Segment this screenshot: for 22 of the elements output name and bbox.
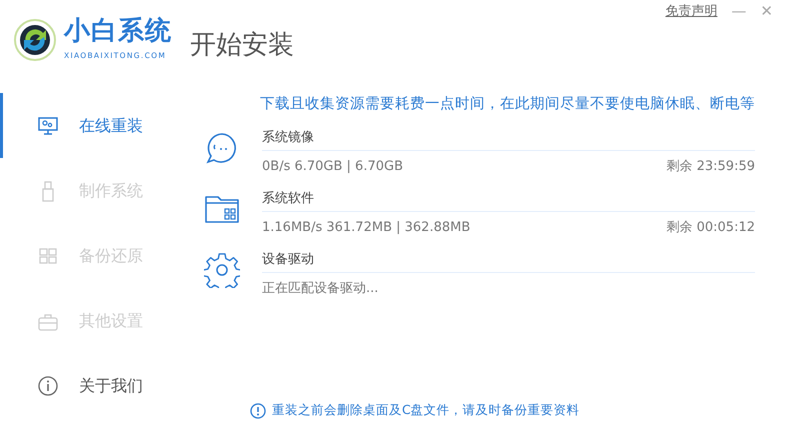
minimize-button[interactable]: — [731, 4, 746, 20]
download-stats: 1.16MB/s 361.72MB | 362.88MB [262, 219, 470, 238]
warning-icon [250, 402, 266, 419]
page-title: 开始安装 [190, 32, 294, 58]
warning-text: 重装之前会删除桌面及C盘文件，请及时备份重要资料 [272, 401, 580, 420]
time-remaining: 剩余 23:59:59 [666, 158, 755, 176]
notice-text: 下载且收集资源需要耗费一点时间，在此期间尽量不要使电脑休眠、断电等 [259, 95, 755, 114]
sidebar-item[interactable]: 在线重装 [0, 93, 190, 158]
download-name: 系统软件 [262, 190, 315, 207]
download-name: 设备驱动 [262, 252, 315, 268]
download-name: 系统镜像 [262, 130, 315, 146]
sidebar-item[interactable]: 关于我们 [0, 353, 190, 418]
monitor-icon [37, 114, 59, 136]
close-button[interactable]: ✕ [760, 4, 773, 20]
download-stats: 0B/s 6.70GB | 6.70GB [262, 158, 403, 176]
brand-name: 小白系统 [64, 18, 172, 44]
info-icon [37, 374, 59, 396]
download-stats: 正在匹配设备驱动... [262, 280, 378, 298]
time-remaining: 剩余 00:05:12 [666, 219, 755, 238]
gear-icon [204, 252, 240, 288]
disclaimer-link[interactable]: 免责声明 [665, 2, 718, 22]
logo-icon [14, 18, 56, 61]
